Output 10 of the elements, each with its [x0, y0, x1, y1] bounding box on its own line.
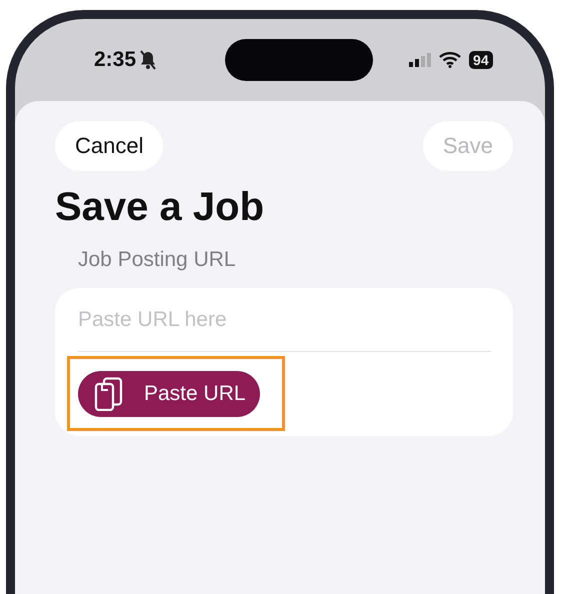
status-time: 2:35 — [94, 48, 136, 72]
clipboard-icon — [94, 376, 124, 410]
page-title: Save a Job — [55, 185, 266, 230]
cancel-button[interactable]: Cancel — [55, 121, 164, 171]
field-label: Job Posting URL — [78, 248, 237, 272]
wifi-icon — [439, 52, 462, 68]
paste-url-button[interactable]: Paste URL — [78, 370, 260, 416]
url-input-field[interactable]: Paste URL here — [55, 288, 513, 351]
battery-indicator: 94 — [469, 51, 493, 69]
signal-icon — [409, 53, 432, 67]
